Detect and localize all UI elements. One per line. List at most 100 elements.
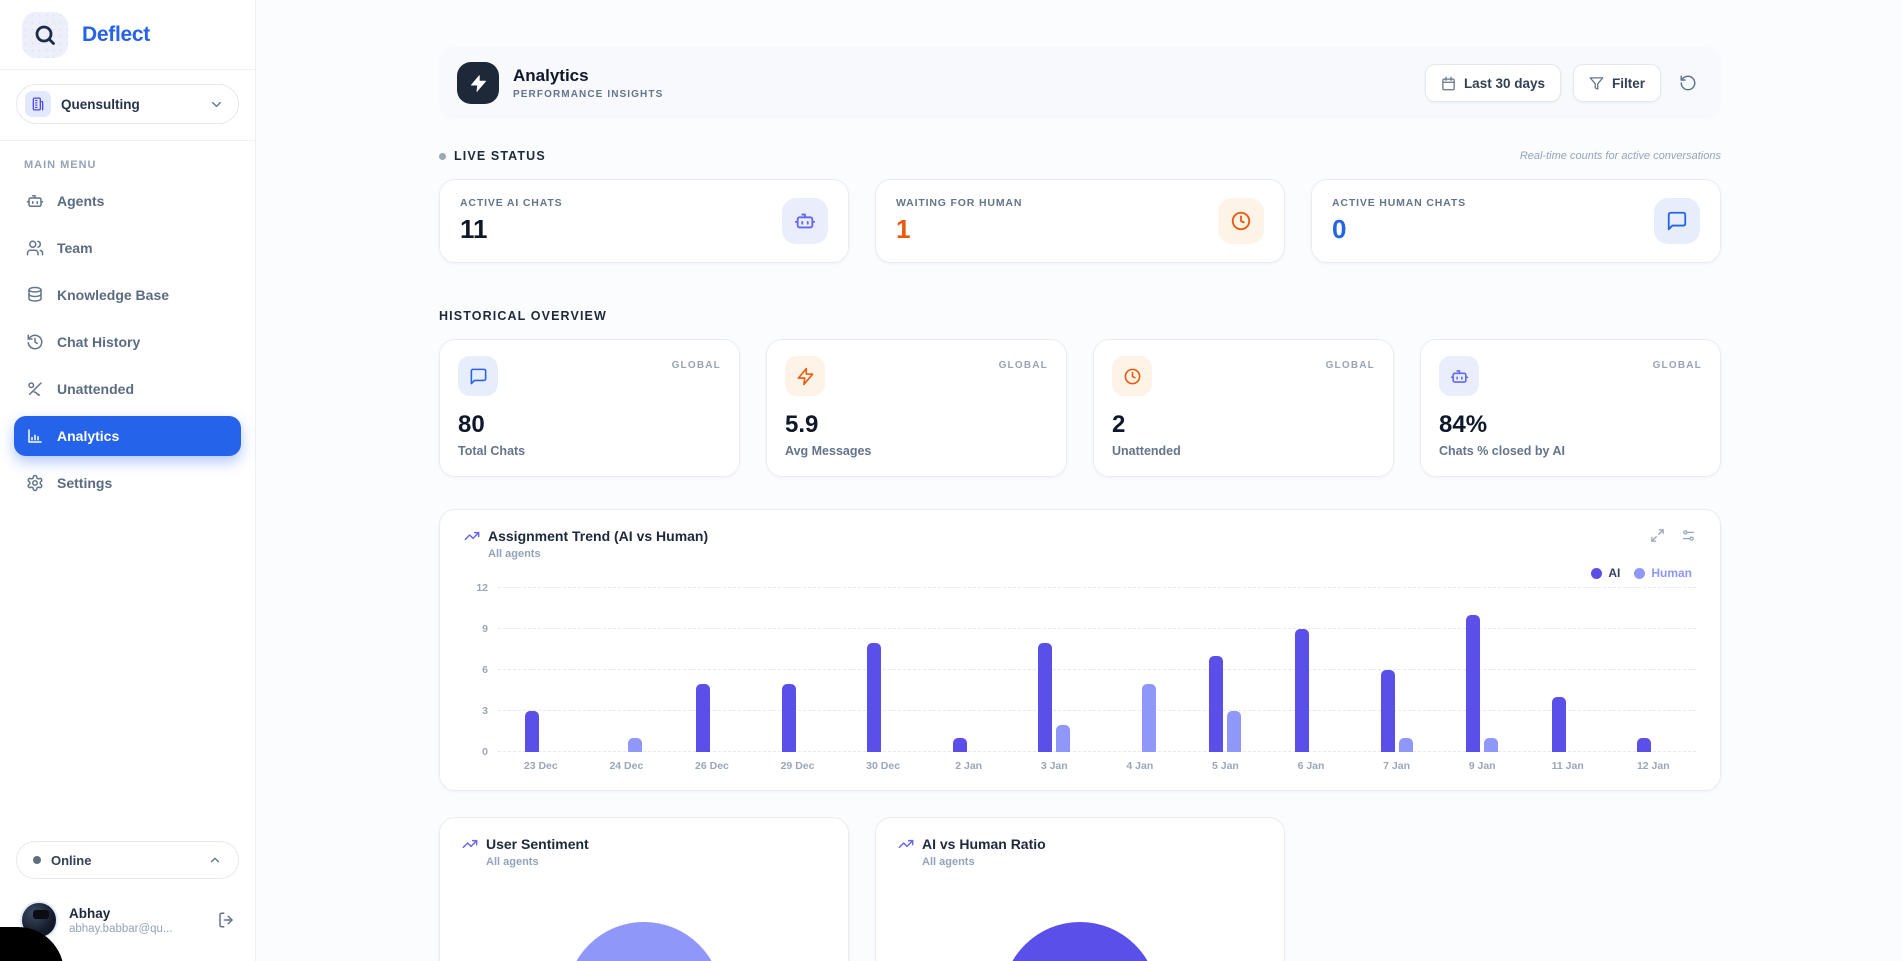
- legend-item-human[interactable]: Human: [1634, 566, 1692, 580]
- online-status-toggle[interactable]: Online: [16, 841, 239, 879]
- bar-ai[interactable]: [1038, 643, 1052, 752]
- clock-icon: [1218, 198, 1264, 244]
- app-logo: [22, 12, 68, 58]
- sidebar-item-unattended[interactable]: Unattended: [14, 369, 241, 409]
- x-tick-label: 6 Jan: [1268, 760, 1354, 772]
- bar-human[interactable]: [1484, 738, 1498, 752]
- logout-icon[interactable]: [217, 911, 235, 929]
- x-tick-label: 30 Dec: [840, 760, 926, 772]
- bar-human[interactable]: [1056, 725, 1070, 752]
- x-tick-label: 5 Jan: [1183, 760, 1269, 772]
- live-status-heading-text: LIVE STATUS: [454, 149, 546, 163]
- date-range-button[interactable]: Last 30 days: [1425, 64, 1561, 102]
- sidebar-item-analytics[interactable]: Analytics: [14, 416, 241, 456]
- bar-group: [1611, 588, 1697, 752]
- chart-subtitle: All agents: [488, 548, 708, 560]
- header-titles: Analytics PERFORMANCE INSIGHTS: [513, 66, 663, 100]
- bar-ai[interactable]: [1209, 656, 1223, 752]
- user-email: abhay.babbar@qu...: [69, 923, 173, 935]
- live-status-row: LIVE STATUS Real-time counts for active …: [439, 149, 1721, 163]
- bar-group: [1354, 588, 1440, 752]
- bar-ai[interactable]: [782, 684, 796, 752]
- bar-ai[interactable]: [1466, 615, 1480, 752]
- bar-group: [926, 588, 1012, 752]
- scope-badge: GLOBAL: [999, 360, 1048, 371]
- x-tick-label: 11 Jan: [1525, 760, 1611, 772]
- bar-ai[interactable]: [1637, 738, 1651, 752]
- legend-dot-ai: [1591, 568, 1602, 579]
- bar-plot: [498, 588, 1696, 752]
- live-status-caption: Real-time counts for active conversation…: [1520, 150, 1721, 162]
- stat-label: Avg Messages: [785, 444, 1048, 458]
- sidebar-item-label: Chat History: [57, 334, 140, 350]
- users-icon: [26, 239, 44, 257]
- bar-ai[interactable]: [525, 711, 539, 752]
- sidebar-spacer: [0, 503, 255, 831]
- chevron-down-icon: [209, 97, 224, 112]
- sidebar-item-knowledge-base[interactable]: Knowledge Base: [14, 275, 241, 315]
- stat-label: Chats % closed by AI: [1439, 444, 1702, 458]
- sidebar-item-agents[interactable]: Agents: [14, 181, 241, 221]
- filter-label: Filter: [1612, 76, 1645, 91]
- sidebar-item-chat-history[interactable]: Chat History: [14, 322, 241, 362]
- bar-human[interactable]: [628, 738, 642, 752]
- x-tick-label: 29 Dec: [755, 760, 841, 772]
- bar-ai[interactable]: [1552, 697, 1566, 752]
- building-icon: [25, 91, 51, 117]
- logo-row: Deflect: [0, 0, 255, 70]
- scope-badge: GLOBAL: [672, 360, 721, 371]
- status-label: Online: [51, 853, 91, 868]
- page-subtitle: PERFORMANCE INSIGHTS: [513, 89, 663, 100]
- bar-ai[interactable]: [953, 738, 967, 752]
- trending-up-icon: [464, 528, 480, 544]
- x-tick-label: 4 Jan: [1097, 760, 1183, 772]
- bar-ai[interactable]: [1295, 629, 1309, 752]
- y-tick: 12: [476, 582, 488, 594]
- stat-unattended: GLOBAL 2 Unattended: [1093, 339, 1394, 477]
- card-active-ai-chats: ACTIVE AI CHATS 11: [439, 179, 849, 263]
- stat-avg-messages: GLOBAL 5.9 Avg Messages: [766, 339, 1067, 477]
- refresh-button[interactable]: [1673, 68, 1703, 98]
- org-selector[interactable]: Quensulting: [16, 84, 239, 124]
- x-tick-label: 2 Jan: [926, 760, 1012, 772]
- legend-label: AI: [1608, 566, 1620, 580]
- card-active-human-chats: ACTIVE HUMAN CHATS 0: [1311, 179, 1721, 263]
- bar-human[interactable]: [1399, 738, 1413, 752]
- card-label: WAITING FOR HUMAN: [896, 197, 1022, 209]
- bar-group: [1525, 588, 1611, 752]
- bar-human[interactable]: [1227, 711, 1241, 752]
- clock-icon: [1112, 356, 1152, 396]
- expand-icon[interactable]: [1650, 528, 1665, 543]
- y-tick: 9: [482, 623, 488, 635]
- chart-settings-icon[interactable]: [1681, 528, 1696, 543]
- sidebar-item-label: Agents: [57, 193, 104, 209]
- stat-value: 5.9: [785, 411, 1048, 439]
- legend-dot-human: [1634, 568, 1645, 579]
- chart-title: Assignment Trend (AI vs Human): [488, 528, 708, 544]
- sidebar-item-team[interactable]: Team: [14, 228, 241, 268]
- chart-header: Assignment Trend (AI vs Human) All agent…: [464, 528, 1696, 560]
- plot-area: 036912: [464, 588, 1696, 752]
- bot-icon: [782, 198, 828, 244]
- date-range-label: Last 30 days: [1464, 76, 1545, 91]
- sidebar-item-settings[interactable]: Settings: [14, 463, 241, 503]
- bar-group: [1097, 588, 1183, 752]
- card-value: 0: [1332, 214, 1466, 245]
- card-value: 11: [460, 214, 562, 245]
- sidebar-item-label: Knowledge Base: [57, 287, 169, 303]
- filter-button[interactable]: Filter: [1573, 64, 1661, 102]
- bar-group: [1439, 588, 1525, 752]
- x-tick-label: 23 Dec: [498, 760, 584, 772]
- legend-item-ai[interactable]: AI: [1591, 566, 1620, 580]
- sidebar-item-label: Analytics: [57, 428, 119, 444]
- bar-group: [755, 588, 841, 752]
- scope-badge: GLOBAL: [1653, 360, 1702, 371]
- bar-ai[interactable]: [1381, 670, 1395, 752]
- assignment-trend-card: Assignment Trend (AI vs Human) All agent…: [439, 509, 1721, 791]
- live-status-heading: LIVE STATUS: [439, 149, 546, 163]
- stat-cards: GLOBAL 80 Total Chats GLOBAL 5.9 Avg Mes…: [439, 339, 1721, 477]
- bar-ai[interactable]: [696, 684, 710, 752]
- bar-human[interactable]: [1142, 684, 1156, 752]
- bar-ai[interactable]: [867, 643, 881, 752]
- app-root: Deflect Quensulting MAIN MENU Agents: [0, 0, 1902, 961]
